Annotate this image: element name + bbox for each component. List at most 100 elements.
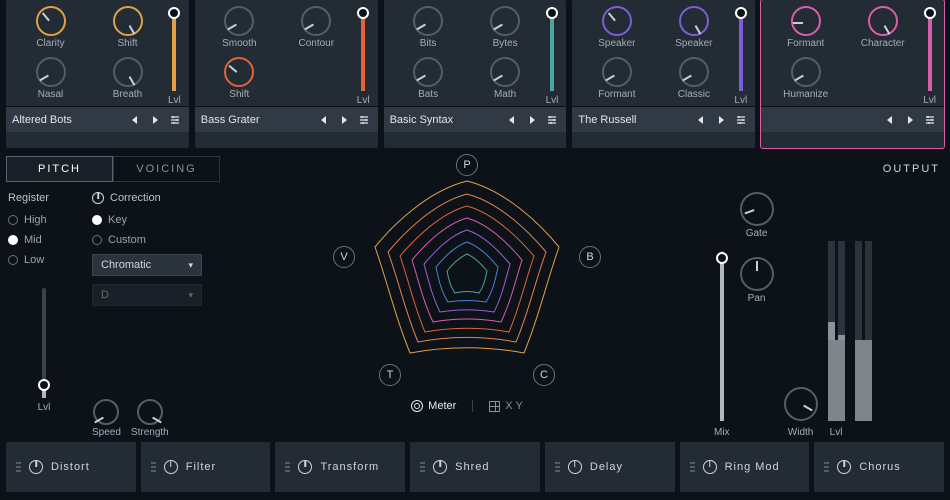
fx-label: Chorus bbox=[859, 461, 900, 473]
preset-name[interactable]: Altered Bots bbox=[12, 114, 123, 126]
preset-prev-button[interactable] bbox=[882, 112, 898, 128]
preset-prev-button[interactable] bbox=[316, 112, 332, 128]
knob-character[interactable] bbox=[868, 6, 898, 36]
knob-clarity[interactable] bbox=[36, 6, 66, 36]
power-icon[interactable] bbox=[837, 460, 851, 474]
preset-next-button[interactable] bbox=[336, 112, 352, 128]
correction-power-icon[interactable] bbox=[92, 192, 104, 204]
preset-name[interactable]: Bass Grater bbox=[201, 114, 312, 126]
knob-formant[interactable] bbox=[791, 6, 821, 36]
knob-contour[interactable] bbox=[301, 6, 331, 36]
width-knob[interactable] bbox=[784, 387, 818, 421]
knob-speaker[interactable] bbox=[679, 6, 709, 36]
radar-visual[interactable]: P B C T V bbox=[317, 156, 617, 396]
knob-shift[interactable] bbox=[224, 57, 254, 87]
power-icon[interactable] bbox=[29, 460, 43, 474]
view-meter[interactable]: Meter bbox=[411, 400, 456, 412]
mix-slider[interactable] bbox=[720, 251, 724, 421]
preset-prev-button[interactable] bbox=[504, 112, 520, 128]
preset-next-button[interactable] bbox=[713, 112, 729, 128]
fx-ring-mod[interactable]: Ring Mod bbox=[680, 442, 810, 492]
preset-name[interactable]: The Russell bbox=[578, 114, 689, 126]
knob-bytes[interactable] bbox=[490, 6, 520, 36]
knob-bats[interactable] bbox=[413, 57, 443, 87]
drag-handle-icon[interactable] bbox=[824, 462, 829, 472]
knob-classic[interactable] bbox=[679, 57, 709, 87]
knob-speaker[interactable] bbox=[602, 6, 632, 36]
power-icon[interactable] bbox=[164, 460, 178, 474]
module-level-slider[interactable] bbox=[739, 10, 743, 91]
drag-handle-icon[interactable] bbox=[151, 462, 156, 472]
knob-math[interactable] bbox=[490, 57, 520, 87]
knob-bits[interactable] bbox=[413, 6, 443, 36]
gate-pan-column: Gate Pan bbox=[740, 192, 774, 304]
drag-handle-icon[interactable] bbox=[690, 462, 695, 472]
preset-settings-button[interactable] bbox=[922, 112, 938, 128]
fx-row: DistortFilterTransformShredDelay Ring Mod… bbox=[0, 438, 950, 492]
preset-settings-button[interactable] bbox=[544, 112, 560, 128]
module-3[interactable]: SpeakerSpeakerFormantClassicLvlThe Russe… bbox=[572, 0, 755, 148]
knob-shift[interactable] bbox=[113, 6, 143, 36]
power-icon[interactable] bbox=[568, 460, 582, 474]
module-level-slider[interactable] bbox=[172, 10, 176, 91]
preset-next-button[interactable] bbox=[524, 112, 540, 128]
strength-knob[interactable] bbox=[137, 399, 163, 425]
radar-node-v[interactable]: V bbox=[333, 246, 355, 268]
fx-delay[interactable]: Delay bbox=[545, 442, 675, 492]
module-1[interactable]: SmoothContourShiftLvlBass Grater bbox=[195, 0, 378, 148]
pan-knob[interactable] bbox=[740, 257, 774, 291]
knob-formant[interactable] bbox=[602, 57, 632, 87]
gate-knob[interactable] bbox=[740, 192, 774, 226]
radar-node-b[interactable]: B bbox=[579, 246, 601, 268]
root-dropdown[interactable]: D ▾ bbox=[92, 284, 202, 306]
fx-shred[interactable]: Shred bbox=[410, 442, 540, 492]
knob-smooth[interactable] bbox=[224, 6, 254, 36]
scale-value: Chromatic bbox=[101, 259, 151, 271]
knob-breath[interactable] bbox=[113, 57, 143, 87]
module-level-slider[interactable] bbox=[361, 10, 365, 91]
module-0[interactable]: ClarityShiftNasalBreathLvlAltered Bots bbox=[6, 0, 189, 148]
radar-node-p[interactable]: P bbox=[456, 154, 478, 176]
preset-prev-button[interactable] bbox=[693, 112, 709, 128]
speed-knob[interactable] bbox=[93, 399, 119, 425]
scale-dropdown[interactable]: Chromatic ▾ bbox=[92, 254, 202, 276]
register-mid[interactable]: Mid bbox=[8, 234, 80, 246]
module-2[interactable]: BitsBytesBatsMathLvlBasic Syntax bbox=[384, 0, 567, 148]
knob-humanize[interactable] bbox=[791, 57, 821, 87]
preset-settings-button[interactable] bbox=[356, 112, 372, 128]
radar-node-c[interactable]: C bbox=[533, 364, 555, 386]
preset-settings-button[interactable] bbox=[167, 112, 183, 128]
correction-key[interactable]: Key bbox=[92, 214, 218, 226]
drag-handle-icon[interactable] bbox=[16, 462, 21, 472]
fx-filter[interactable]: Filter bbox=[141, 442, 271, 492]
fx-distort[interactable]: Distort bbox=[6, 442, 136, 492]
preset-next-button[interactable] bbox=[902, 112, 918, 128]
power-icon[interactable] bbox=[433, 460, 447, 474]
correction-custom-label: Custom bbox=[108, 234, 146, 246]
knob-nasal[interactable] bbox=[36, 57, 66, 87]
fx-chorus[interactable]: Chorus bbox=[814, 442, 944, 492]
radar-node-t[interactable]: T bbox=[379, 364, 401, 386]
module-4[interactable]: FormantCharacterHumanizeLvl bbox=[761, 0, 944, 148]
module-level-slider[interactable] bbox=[928, 10, 932, 91]
xy-icon bbox=[489, 401, 500, 412]
fx-label: Ring Mod bbox=[725, 461, 780, 473]
correction-custom[interactable]: Custom bbox=[92, 234, 218, 246]
power-icon[interactable] bbox=[703, 460, 717, 474]
drag-handle-icon[interactable] bbox=[420, 462, 425, 472]
module-level-slider[interactable] bbox=[550, 10, 554, 91]
register-low[interactable]: Low bbox=[8, 254, 80, 266]
view-xy[interactable]: X Y bbox=[489, 400, 523, 412]
tab-voicing[interactable]: VOICING bbox=[113, 156, 220, 182]
preset-prev-button[interactable] bbox=[127, 112, 143, 128]
pitch-level-slider[interactable] bbox=[42, 288, 46, 398]
preset-settings-button[interactable] bbox=[733, 112, 749, 128]
fx-transform[interactable]: Transform bbox=[275, 442, 405, 492]
tab-pitch[interactable]: PITCH bbox=[6, 156, 113, 182]
preset-name[interactable]: Basic Syntax bbox=[390, 114, 501, 126]
drag-handle-icon[interactable] bbox=[285, 462, 290, 472]
preset-next-button[interactable] bbox=[147, 112, 163, 128]
power-icon[interactable] bbox=[298, 460, 312, 474]
register-high[interactable]: High bbox=[8, 214, 80, 226]
drag-handle-icon[interactable] bbox=[555, 462, 560, 472]
